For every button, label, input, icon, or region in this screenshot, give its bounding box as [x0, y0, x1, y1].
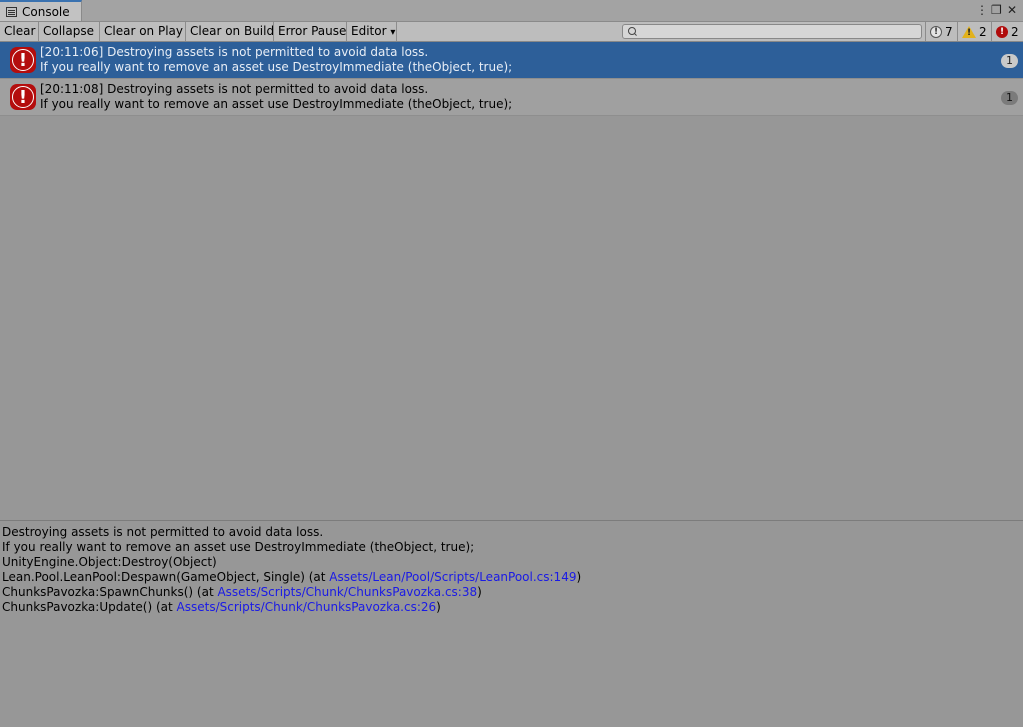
- console-icon: [6, 6, 17, 17]
- collapse-count-badge: 1: [1001, 54, 1018, 68]
- stack-frame: ChunksPavozka:Update() (at Assets/Script…: [2, 600, 441, 614]
- error-counter-toggle[interactable]: ! 2: [991, 22, 1023, 41]
- stack-frame: Lean.Pool.LeanPool:Despawn(GameObject, S…: [2, 570, 582, 584]
- clear-button[interactable]: Clear: [0, 22, 39, 41]
- log-list: ! [20:11:06] Destroying assets is not pe…: [0, 42, 1023, 116]
- log-entry-message: [20:11:08] Destroying assets is not perm…: [40, 82, 429, 96]
- editor-dropdown-label: Editor: [351, 24, 387, 38]
- error-icon: !: [10, 84, 36, 110]
- source-link[interactable]: Assets/Lean/Pool/Scripts/LeanPool.cs:149: [329, 570, 576, 584]
- error-icon: !: [10, 47, 36, 73]
- stack-message-detail: If you really want to remove an asset us…: [2, 540, 475, 554]
- stack-frame: ChunksPavozka:SpawnChunks() (at Assets/S…: [2, 585, 482, 599]
- collapse-toggle[interactable]: Collapse: [39, 22, 100, 41]
- clear-on-build-toggle[interactable]: Clear on Build: [186, 22, 274, 41]
- collapse-count-badge: 1: [1001, 91, 1018, 105]
- log-entry-text: [20:11:08] Destroying assets is not perm…: [40, 82, 512, 112]
- log-entry-detail: If you really want to remove an asset us…: [40, 60, 513, 74]
- tab-console[interactable]: Console: [0, 0, 82, 21]
- log-entry[interactable]: ! [20:11:08] Destroying assets is not pe…: [0, 79, 1023, 116]
- editor-dropdown[interactable]: Editor ▾: [347, 22, 397, 41]
- split-handle[interactable]: [0, 520, 1023, 521]
- warning-count: 2: [979, 24, 987, 39]
- info-counter-toggle[interactable]: ! 7: [925, 22, 957, 41]
- log-entry-message: [20:11:06] Destroying assets is not perm…: [40, 45, 429, 59]
- source-link[interactable]: Assets/Scripts/Chunk/ChunksPavozka.cs:26: [177, 600, 437, 614]
- info-icon: !: [930, 25, 942, 38]
- warning-icon: !: [962, 25, 976, 38]
- search-input[interactable]: [622, 24, 922, 39]
- warning-counter-toggle[interactable]: ! 2: [957, 22, 991, 41]
- log-entry-detail: If you really want to remove an asset us…: [40, 97, 513, 111]
- tab-bar: Console ⋮ ❐ ✕: [0, 0, 1023, 22]
- log-entry[interactable]: ! [20:11:06] Destroying assets is not pe…: [0, 42, 1023, 79]
- maximize-icon[interactable]: ❐: [991, 3, 1002, 17]
- error-pause-toggle[interactable]: Error Pause: [274, 22, 347, 41]
- console-toolbar: Clear Collapse Clear on Play Clear on Bu…: [0, 22, 1023, 42]
- stack-frame: UnityEngine.Object:Destroy(Object): [2, 555, 217, 569]
- chevron-down-icon: ▾: [390, 27, 396, 38]
- stack-message: Destroying assets is not permitted to av…: [2, 525, 324, 539]
- clear-on-play-toggle[interactable]: Clear on Play: [100, 22, 186, 41]
- info-count: 7: [945, 24, 953, 39]
- stack-trace-panel: Destroying assets is not permitted to av…: [2, 525, 1017, 615]
- log-entry-text: [20:11:06] Destroying assets is not perm…: [40, 45, 512, 75]
- search-icon: [628, 27, 636, 35]
- tab-console-label: Console: [22, 4, 70, 19]
- error-count: 2: [1011, 24, 1019, 39]
- source-link[interactable]: Assets/Scripts/Chunk/ChunksPavozka.cs:38: [217, 585, 477, 599]
- kebab-menu-icon[interactable]: ⋮: [976, 3, 988, 17]
- error-icon: !: [996, 25, 1008, 38]
- close-icon[interactable]: ✕: [1007, 3, 1017, 17]
